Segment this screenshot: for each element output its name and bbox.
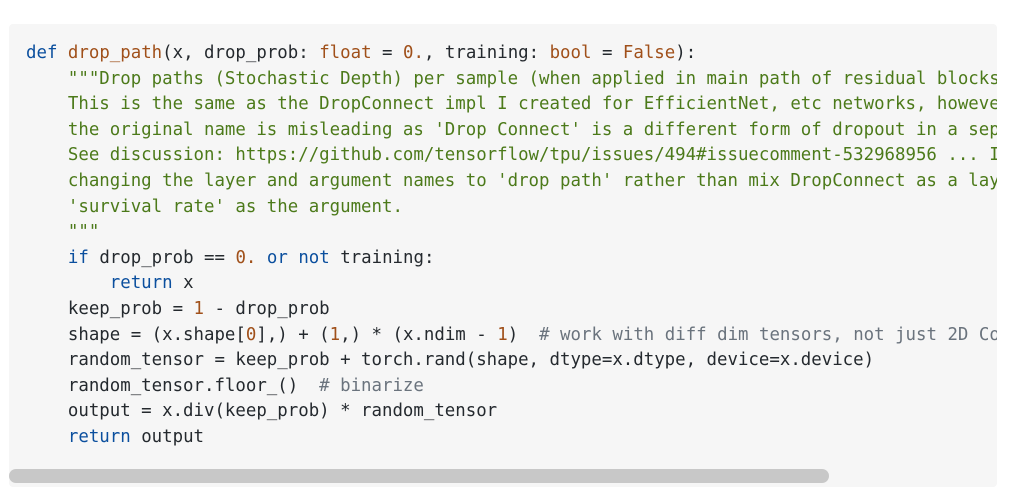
code-line: keep_prob = 1 - drop_prob [26,297,997,323]
code-token: float [319,43,372,63]
code-token: the original name is misleading as 'Drop… [67,119,997,140]
code-token: 1 [193,298,205,319]
code-line: changing the layer and argument names to… [26,169,997,195]
code-token: This is the same as the DropConnect impl… [26,94,997,115]
code-token: bool [549,43,592,63]
code-line: shape = (x.shape[0],) + (1,) * (x.ndim -… [26,323,997,349]
code-token: 0 [245,324,257,345]
code-token: if [67,247,89,268]
code-token: shape = (x.shape[ [26,324,246,345]
code-line: See discussion: https://github.com/tenso… [26,143,997,169]
code-token: ) [507,324,540,345]
code-token: output = x.div(keep_prob) * random_tenso… [26,401,498,422]
code-line: """Drop paths (Stochastic Depth) per sam… [26,67,997,93]
code-line: random_tensor = keep_prob + torch.rand(s… [26,348,997,374]
code-token: output [130,426,205,447]
code-token: random_tensor.floor_() [26,375,320,396]
code-line: """ [26,220,997,246]
code-line: the original name is misleading as 'Drop… [26,118,997,144]
code-line: random_tensor.floor_() # binarize [26,374,997,400]
code-token: 0. [235,247,257,268]
code-token: return [109,273,173,294]
code-line: This is the same as the DropConnect impl… [26,92,997,118]
horizontal-scrollbar-thumb[interactable] [9,469,829,483]
code-token: See discussion: https://github.com/tenso… [67,145,997,166]
code-token: - drop_prob [204,298,330,319]
code-token: drop_prob == [88,247,236,268]
code-token: training: [329,247,435,268]
horizontal-scrollbar[interactable] [9,469,997,483]
code-token: False [622,43,676,63]
code-token: # work with diff dim tensors, not just 2… [539,324,997,345]
code-token: 1 [497,324,508,345]
code-viewport: def drop_path(x, drop_prob: float = 0., … [9,24,997,473]
code-token: ): [675,43,697,63]
code-token: 1 [329,324,341,345]
code-line: 'survival rate' as the argument. [26,195,997,221]
code-token: 0. [402,43,424,63]
code-token: x [172,273,194,294]
code-line: def drop_path(x, drop_prob: float = 0., … [26,41,997,67]
code-line: output = x.div(keep_prob) * random_tenso… [26,399,997,425]
code-token: def [26,43,58,63]
code-token: """Drop paths (Stochastic Depth) per sam… [26,68,997,89]
code-line: return x [26,271,997,297]
code-line: return output [26,425,997,451]
code-token: random_tensor = keep_prob + torch.rand(s… [26,350,875,371]
code-token: keep_prob = [26,298,194,319]
code-token: ],) + ( [256,324,330,345]
code-block: def drop_path(x, drop_prob: float = 0., … [9,24,997,487]
code-token: changing the layer and argument names to… [67,170,997,191]
code-token: drop_path [67,43,163,63]
code-token: not [298,247,330,268]
code-token: , training: [423,43,550,63]
code-token: # binarize [319,375,424,396]
code-token: or [266,247,288,268]
code-content: def drop_path(x, drop_prob: float = 0., … [9,24,997,451]
code-token: = [591,43,623,63]
code-token: = [371,43,403,63]
code-token: """ [26,222,100,243]
code-token: ,) * (x.ndim - [340,324,498,345]
code-token: (x, drop_prob: [162,43,320,63]
code-token: return [67,426,131,447]
code-line: if drop_prob == 0. or not training: [26,246,997,272]
code-token: 'survival rate' as the argument. [26,196,403,217]
